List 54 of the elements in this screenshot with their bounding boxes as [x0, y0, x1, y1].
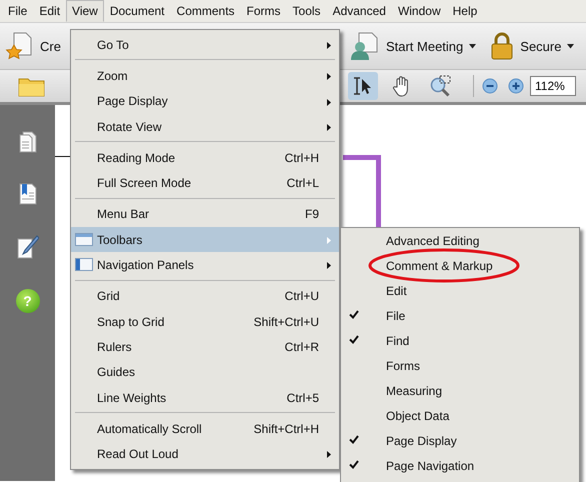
menu-item[interactable]: Line Weights Ctrl+5 [71, 384, 339, 410]
menu-item[interactable]: Rotate View [71, 114, 339, 140]
menu-item[interactable]: Navigation Panels [71, 252, 339, 278]
padlock-icon [490, 31, 514, 61]
menu-item[interactable]: Automatically Scroll Shift+Ctrl+H [71, 416, 339, 442]
bookmarks-icon[interactable] [18, 183, 36, 205]
menu-bar-item[interactable]: Document [104, 0, 171, 22]
menu-item[interactable]: File [341, 303, 579, 328]
menu-item[interactable]: Measuring [341, 378, 579, 403]
menu-bar-item[interactable]: Comments [170, 0, 241, 22]
zoom-out-icon[interactable] [482, 78, 498, 94]
menu-bar-item[interactable]: View [66, 0, 104, 22]
menu-bar-item[interactable]: File [2, 0, 34, 22]
magnifier-icon [429, 74, 453, 98]
menu-item[interactable]: Zoom [71, 63, 339, 89]
menu-bar-item[interactable]: Edit [33, 0, 66, 22]
menu-item[interactable]: Advanced Editing [341, 228, 579, 253]
menu-bar-item[interactable]: Help [446, 0, 484, 22]
menu-item[interactable]: Reading Mode Ctrl+H [71, 145, 339, 170]
menu-item[interactable]: Menu Bar F9 [71, 202, 339, 228]
menu-item[interactable]: Page Navigation [341, 453, 579, 478]
start-meeting-button[interactable]: Start Meeting [346, 29, 480, 63]
document-star-icon [4, 31, 34, 61]
menu-bar-item[interactable]: Forms [240, 0, 287, 22]
meeting-person-icon [350, 31, 380, 61]
pages-icon[interactable] [18, 131, 36, 153]
menu-item[interactable]: Read Out Loud [71, 441, 339, 467]
menu-item[interactable]: Grid Ctrl+U [71, 284, 339, 309]
menu-bar-item[interactable]: Advanced [326, 0, 392, 22]
menu-item[interactable]: Page Display [71, 88, 339, 114]
signature-pen-icon[interactable] [16, 235, 38, 259]
panel-window-icon [75, 258, 93, 272]
menu-bar-item[interactable]: Window [392, 0, 447, 22]
tool-button[interactable] [348, 72, 378, 100]
menu-item[interactable]: Go To [71, 32, 339, 58]
menu-item[interactable]: Snap to Grid Shift+Ctrl+U [71, 308, 339, 334]
secure-button[interactable]: Secure [486, 29, 578, 63]
menu-item[interactable]: Forms [341, 353, 579, 378]
menu-item[interactable]: Comment & Markup [341, 253, 579, 278]
menu-item[interactable]: Edit [341, 278, 579, 303]
toolbar-window-icon [75, 233, 93, 246]
menu-item[interactable]: Guides [71, 360, 339, 385]
menu-item[interactable]: Rulers Ctrl+R [71, 334, 339, 360]
menu-item[interactable]: Page Display [341, 428, 579, 453]
menu-item[interactable]: Find [341, 328, 579, 353]
menu-bar-item[interactable]: Tools [286, 0, 327, 22]
menu-item[interactable]: Object Data [341, 403, 579, 428]
menu-item[interactable]: Full Screen Mode Ctrl+L [71, 170, 339, 196]
zoom-field[interactable]: 112% [530, 76, 576, 96]
menu-item[interactable]: Toolbars [71, 227, 339, 252]
caret-icon [469, 44, 476, 48]
create-button[interactable]: Cre [0, 29, 65, 63]
zoom-in-icon[interactable] [508, 78, 524, 94]
caret-icon [567, 44, 574, 48]
